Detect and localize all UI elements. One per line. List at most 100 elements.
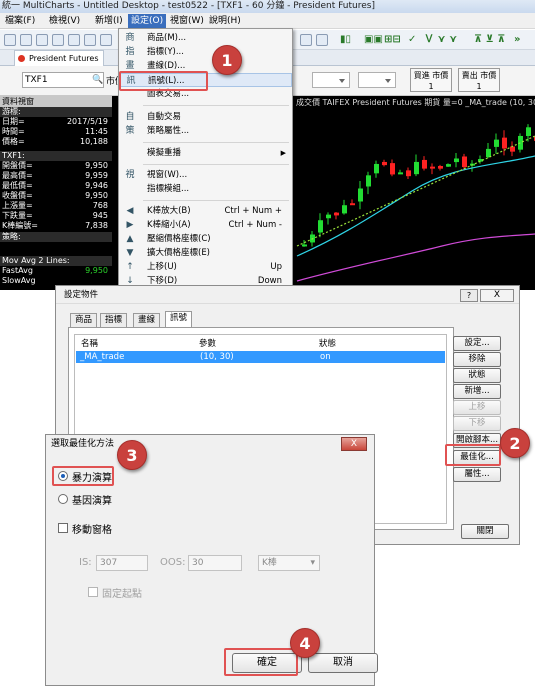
oos-input[interactable]: 30 <box>188 555 242 571</box>
sell-market-button[interactable]: 賣出 市價 1 <box>458 68 500 92</box>
save-icon[interactable] <box>36 34 48 46</box>
window-icon: 視 <box>125 170 135 180</box>
buy-market-button[interactable]: 買進 市價 1 <box>410 68 452 92</box>
data-row: K棒編號= 7,838 <box>0 221 112 231</box>
submenu-arrow-icon: ▶ <box>280 149 286 157</box>
tab-indicator[interactable]: 指標 <box>100 313 128 327</box>
menu-item-label: 策略屬性... <box>147 126 190 136</box>
close-icon[interactable]: X <box>341 437 367 451</box>
candle-body <box>462 156 467 168</box>
menu-window[interactable]: 視窗(W) <box>167 14 207 28</box>
data-value: 9,950 <box>85 191 108 200</box>
menu-item-zoom-in-bars[interactable]: ◀ K棒放大(B) Ctrl + Num + <box>119 204 292 218</box>
candle-body <box>454 158 459 163</box>
candle-body <box>374 163 379 174</box>
chart-icon[interactable] <box>84 34 96 46</box>
help-button[interactable]: ? <box>460 289 478 302</box>
data-label: 游標: <box>2 107 21 116</box>
menu-item-strategy-properties[interactable]: 策 策略屬性... <box>119 124 292 138</box>
table-row[interactable]: _MA_trade (10, 30) on <box>76 351 445 363</box>
highlight-signal-item <box>119 71 208 91</box>
menu-item-expand-scale[interactable]: ▼ 擴大價格座標(E) <box>119 246 292 260</box>
walk-forward-checkbox[interactable] <box>58 523 68 533</box>
bar-style-icon[interactable]: ▣▣ <box>364 33 383 47</box>
trend-line <box>296 135 535 247</box>
status-button[interactable]: 狀態 <box>453 368 501 383</box>
menu-item-label: K棒縮小(A) <box>147 220 191 230</box>
menu-view[interactable]: 檢視(V) <box>46 14 83 28</box>
document-tab[interactable]: President Futures <box>14 50 104 66</box>
tab-signal[interactable]: 訊號 <box>165 311 193 328</box>
unit-select[interactable]: K棒 ▾ <box>258 555 320 571</box>
menu-item-label: 擴大價格座標(E) <box>147 248 211 258</box>
tab-drawing[interactable]: 畫線 <box>133 313 161 327</box>
menu-item-label: 視窗(W)... <box>147 170 188 180</box>
menu-item-auto-trading[interactable]: 自 自動交易 <box>119 110 292 124</box>
buy-button-qty: 1 <box>428 82 434 91</box>
move-down-button[interactable]: 下移 <box>453 416 501 431</box>
more-icon[interactable]: » <box>514 33 520 47</box>
print-icon[interactable] <box>52 34 64 46</box>
menu-item-indicator[interactable]: 指 指標(Y)... <box>119 45 292 59</box>
candle-body <box>510 146 515 152</box>
format-button[interactable]: 設定... <box>453 336 501 351</box>
quantity-dropdown[interactable] <box>358 72 396 88</box>
menu-item-window[interactable]: 視 視窗(W)... <box>119 168 292 182</box>
step-badge-3: 3 <box>117 440 147 470</box>
data-label: 價格= <box>2 137 25 146</box>
menu-separator <box>143 164 289 165</box>
column-params[interactable]: 參數 <box>199 337 216 349</box>
cancel-button[interactable]: 取消 <box>308 653 378 673</box>
menu-item-indicator-module[interactable]: 指標模組... <box>119 182 292 196</box>
close-icon[interactable]: X <box>480 289 514 302</box>
zoom-icon[interactable] <box>300 34 312 46</box>
candle-body <box>518 135 523 150</box>
menu-separator <box>143 105 289 106</box>
move-up-button[interactable]: 上移 <box>453 400 501 415</box>
candle-body <box>398 172 403 175</box>
tab-symbol[interactable]: 商品 <box>70 313 98 327</box>
data-row: 上漲量= 768 <box>0 201 112 211</box>
copy-icon[interactable] <box>68 34 80 46</box>
slow-average-line <box>296 233 535 282</box>
menu-insert[interactable]: 新增(I) <box>92 14 126 28</box>
genetic-radio[interactable] <box>58 494 68 504</box>
data-label: 最低價= <box>2 181 33 190</box>
candle-body <box>358 188 363 202</box>
candle-icon[interactable]: ⊞⊟ <box>384 33 401 47</box>
remove-button[interactable]: 移除 <box>453 352 501 367</box>
draw-line-icon[interactable]: ▮▯ <box>340 33 351 47</box>
quote-icon[interactable] <box>100 34 112 46</box>
trend-icon[interactable]: Ｖ ⋎ ⋎ <box>424 33 457 47</box>
is-input[interactable]: 307 <box>96 555 148 571</box>
menu-item-symbol[interactable]: 商 商品(M)... <box>119 31 292 45</box>
close-button[interactable]: 關閉 <box>461 524 509 539</box>
column-name[interactable]: 名稱 <box>81 337 98 349</box>
data-row: 收盤價= 9,950 <box>0 191 112 201</box>
search-icon[interactable]: 🔍 <box>92 75 103 85</box>
new-file-icon[interactable] <box>4 34 16 46</box>
data-row: 策略: <box>0 232 112 242</box>
menu-item-label: 上移(U) <box>147 262 177 272</box>
open-folder-icon[interactable] <box>20 34 32 46</box>
data-label: 上漲量= <box>2 201 33 210</box>
menu-item-playback[interactable]: 模擬重播 ▶ <box>119 146 292 160</box>
menu-settings[interactable]: 設定(O) <box>128 14 167 28</box>
column-status[interactable]: 狀態 <box>319 337 336 349</box>
menu-file[interactable]: 檔案(F) <box>2 14 38 28</box>
oos-label: OOS: <box>160 557 186 568</box>
dropdown-icon[interactable] <box>316 34 328 46</box>
add-button[interactable]: 新增... <box>453 384 501 399</box>
order-type-dropdown[interactable] <box>312 72 350 88</box>
data-value: 2017/5/19 <box>66 117 108 126</box>
menu-item-compress-scale[interactable]: ▲ 壓縮價格座標(C) <box>119 232 292 246</box>
anchored-checkbox[interactable] <box>88 587 98 597</box>
menu-item-move-up[interactable]: ↑ 上移(U) Up <box>119 260 292 274</box>
walk-forward-label: 移動窗格 <box>72 525 112 536</box>
signal-icon[interactable]: ⊼ ⊻ ⊼ <box>474 33 505 47</box>
menu-item-zoom-out-bars[interactable]: ▶ K棒縮小(A) Ctrl + Num - <box>119 218 292 232</box>
menu-help[interactable]: 說明(H) <box>206 14 244 28</box>
data-value: 10,188 <box>80 137 108 146</box>
check-icon[interactable]: ✓ <box>408 33 416 47</box>
properties-button[interactable]: 屬性... <box>453 467 501 482</box>
